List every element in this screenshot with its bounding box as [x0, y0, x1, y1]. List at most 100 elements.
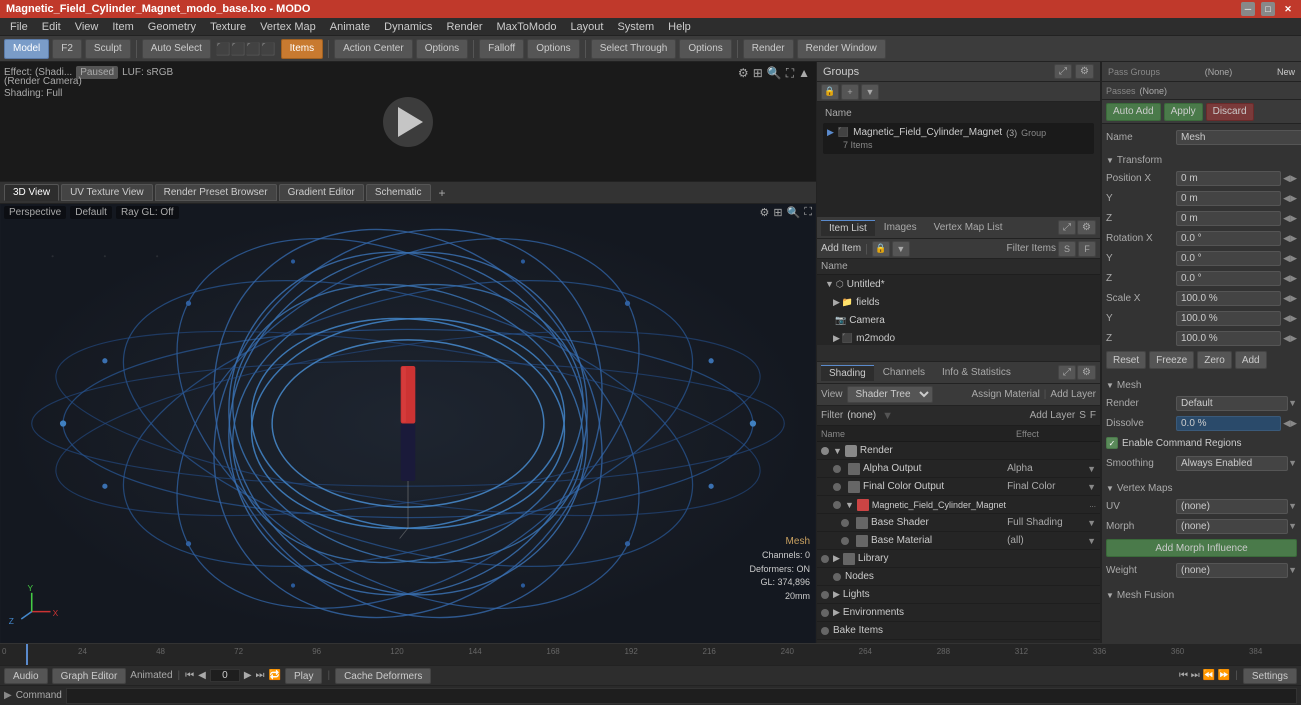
morph-value[interactable]: (none) — [1176, 519, 1288, 534]
discard-button[interactable]: Discard — [1206, 103, 1254, 121]
tab-vertex-map-list[interactable]: Vertex Map List — [926, 220, 1011, 235]
menu-texture[interactable]: Texture — [204, 20, 252, 34]
scale-x-value[interactable]: 100.0 % — [1176, 291, 1281, 306]
options-3-button[interactable]: Options — [679, 39, 731, 59]
add-tab-button[interactable]: + — [433, 184, 452, 202]
freeze-button[interactable]: Freeze — [1149, 351, 1194, 369]
select-through-button[interactable]: Select Through — [591, 39, 677, 59]
item-search-button[interactable]: S — [1058, 241, 1076, 257]
shader-final-color[interactable]: Final Color Output Final Color ▼ — [817, 478, 1100, 496]
scale-z-value[interactable]: 100.0 % — [1176, 331, 1281, 346]
tree-item-fields[interactable]: ▶ 📁 fields — [817, 293, 1100, 311]
tab-3d-view[interactable]: 3D View — [4, 184, 59, 201]
uv-value[interactable]: (none) — [1176, 499, 1288, 514]
step-forward-button[interactable]: ▶ — [244, 670, 252, 681]
shader-alpha-output[interactable]: Alpha Output Alpha ▼ — [817, 460, 1100, 478]
tree-item-m2modo[interactable]: ▶ ⬛ m2modo — [817, 329, 1100, 345]
scale-y-value[interactable]: 100.0 % — [1176, 311, 1281, 326]
settings-button[interactable]: Settings — [1243, 668, 1297, 684]
preview-icon-5[interactable]: ▲ — [798, 66, 810, 81]
play-button[interactable]: Play — [285, 668, 322, 684]
tree-item-camera[interactable]: 📷 Camera — [817, 311, 1100, 329]
prev-button[interactable]: ⏮ — [185, 670, 194, 681]
shading-settings[interactable]: ⚙ — [1077, 365, 1096, 380]
shader-base-material[interactable]: Base Material (all) ▼ — [817, 532, 1100, 550]
vp-icon-4[interactable]: ⛶ — [804, 206, 812, 219]
shading-expand[interactable]: ⤢ — [1058, 365, 1076, 380]
menu-system[interactable]: System — [611, 20, 660, 34]
mesh-toggle[interactable]: Mesh — [1106, 377, 1297, 394]
menu-edit[interactable]: Edit — [36, 20, 67, 34]
position-x-value[interactable]: 0 m — [1176, 171, 1281, 186]
tree-item-untitled[interactable]: ▼ ⬡ Untitled* — [817, 275, 1100, 293]
command-input[interactable] — [66, 688, 1297, 704]
items-button[interactable]: Items — [281, 39, 323, 59]
minimize-button[interactable]: ─ — [1241, 2, 1255, 16]
position-z-value[interactable]: 0 m — [1176, 211, 1281, 226]
vp-icon-2[interactable]: ⊞ — [773, 206, 782, 219]
shader-lights[interactable]: ▶ Lights — [817, 586, 1100, 604]
smoothing-dropdown[interactable]: ▼ — [1288, 458, 1297, 468]
render-dropdown[interactable]: ▼ — [1288, 398, 1297, 408]
uv-dropdown[interactable]: ▼ — [1288, 501, 1297, 511]
menu-animate[interactable]: Animate — [324, 20, 376, 34]
preview-icon-4[interactable]: ⛶ — [786, 66, 794, 81]
props-new-button[interactable]: New — [1277, 67, 1295, 77]
menu-geometry[interactable]: Geometry — [142, 20, 202, 34]
shader-base-shader[interactable]: Base Shader Full Shading ▼ — [817, 514, 1100, 532]
item-lock-button[interactable]: 🔒 — [872, 241, 890, 257]
groups-expand-button[interactable]: ⤢ — [1054, 64, 1072, 79]
shader-s-button[interactable]: S — [1079, 410, 1086, 421]
auto-add-button[interactable]: Auto Add — [1106, 103, 1161, 121]
item-list-expand[interactable]: ⤢ — [1058, 220, 1076, 235]
model-button[interactable]: Model — [4, 39, 49, 59]
add-transform-button[interactable]: Add — [1235, 351, 1267, 369]
render-value[interactable]: Default — [1176, 396, 1288, 411]
menu-dynamics[interactable]: Dynamics — [378, 20, 438, 34]
perspective-select[interactable]: Perspective — [4, 206, 66, 219]
tab-channels[interactable]: Channels — [875, 365, 933, 380]
add-layer-button[interactable]: Add Layer — [1050, 389, 1096, 400]
menu-maxtomodo[interactable]: MaxToModo — [491, 20, 563, 34]
groups-settings-button[interactable]: ⚙ — [1075, 64, 1094, 79]
dissolve-value[interactable]: 0.0 % — [1176, 416, 1281, 431]
rotation-z-value[interactable]: 0.0 ° — [1176, 271, 1281, 286]
timeline-ruler[interactable]: 0 24 48 72 96 120 144 168 192 216 240 26… — [0, 644, 1301, 665]
shader-environments[interactable]: ▶ Environments — [817, 604, 1100, 622]
shader-tree-select[interactable]: Shader Tree — [847, 386, 933, 403]
vp-icon-3[interactable]: 🔍 — [787, 206, 801, 219]
item-filter-button[interactable]: ▼ — [892, 241, 910, 257]
shader-render[interactable]: ▼ Render — [817, 442, 1100, 460]
options-1-button[interactable]: Options — [416, 39, 468, 59]
timeline-playhead[interactable] — [26, 644, 28, 665]
maximize-button[interactable]: □ — [1261, 2, 1275, 16]
rotation-y-value[interactable]: 0.0 ° — [1176, 251, 1281, 266]
options-2-button[interactable]: Options — [527, 39, 579, 59]
item-filter-2-button[interactable]: F — [1078, 241, 1096, 257]
tab-gradient-editor[interactable]: Gradient Editor — [279, 184, 364, 201]
f2-button[interactable]: F2 — [52, 39, 82, 59]
menu-file[interactable]: File — [4, 20, 34, 34]
preview-icon-2[interactable]: ⊞ — [753, 66, 763, 81]
auto-select-button[interactable]: Auto Select — [142, 39, 211, 59]
tab-schematic[interactable]: Schematic — [366, 184, 431, 201]
position-y-value[interactable]: 0 m — [1176, 191, 1281, 206]
groups-add-button[interactable]: + — [841, 84, 859, 100]
shader-bake-items[interactable]: Bake Items — [817, 622, 1100, 640]
tab-shading[interactable]: Shading — [821, 365, 874, 381]
action-center-button[interactable]: Action Center — [334, 39, 413, 59]
reset-button[interactable]: Reset — [1106, 351, 1146, 369]
shader-magnet-mesh[interactable]: ▼ Magnetic_Field_Cylinder_Magnet ... — [817, 496, 1100, 514]
groups-filter-button[interactable]: ▼ — [861, 84, 879, 100]
viewport-3d[interactable]: Perspective Default Ray GL: Off ⚙ ⊞ 🔍 ⛶ — [0, 204, 816, 643]
group-expand-arrow[interactable]: ▶ — [827, 127, 834, 138]
tab-info-stats[interactable]: Info & Statistics — [934, 365, 1019, 380]
mesh-fusion-toggle[interactable]: Mesh Fusion — [1106, 587, 1297, 604]
apply-button[interactable]: Apply — [1164, 103, 1203, 121]
add-item-button[interactable]: Add Item — [821, 243, 861, 254]
falloff-button[interactable]: Falloff — [479, 39, 524, 59]
groups-lock-button[interactable]: 🔒 — [821, 84, 839, 100]
filter-items-label[interactable]: Filter Items — [1007, 243, 1056, 254]
menu-item[interactable]: Item — [106, 20, 139, 34]
close-button[interactable]: ✕ — [1281, 2, 1295, 16]
